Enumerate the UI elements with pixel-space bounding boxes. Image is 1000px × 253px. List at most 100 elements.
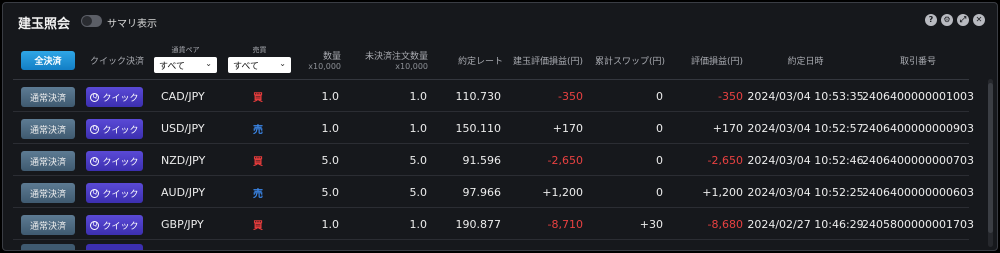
table-row: 通常決済 Q クイック USD/JPY 売 1.0 1.0 150.110 +1… [13, 113, 974, 144]
quick-settle-label: クイック [102, 157, 139, 168]
quick-settle-label: クイック [102, 93, 139, 104]
qty-cell: 1.0 [321, 89, 340, 103]
eval-pnl-cell: -350 [718, 89, 743, 103]
pair-filter-select[interactable]: すべて ⌄ [154, 57, 217, 73]
partially-visible-row [13, 244, 969, 250]
swap-cell: 0 [656, 121, 663, 135]
valuation-pnl-cell: +170 [552, 121, 583, 135]
header-rate: 約定レート [457, 56, 503, 67]
pair-cell: USD/JPY [161, 121, 205, 135]
rate-cell: 97.966 [462, 185, 502, 199]
qty-cell: 5.0 [321, 185, 340, 199]
valuation-pnl-cell: -8,710 [547, 217, 583, 231]
header-exec-datetime: 約定日時 [787, 56, 824, 67]
side-filter-value: すべて [233, 61, 260, 72]
eval-pnl-cell: -8,680 [707, 217, 743, 231]
valuation-pnl-cell: -2,650 [547, 153, 583, 167]
eval-pnl-cell: +1,200 [702, 185, 743, 199]
side-cell: 買 [253, 156, 263, 168]
summary-toggle-label: サマリ表示 [107, 19, 157, 30]
normal-settle-button[interactable]: 通常決済 [21, 183, 75, 203]
pair-cell: NZD/JPY [161, 153, 206, 167]
quick-icon: Q [90, 188, 100, 198]
position-inquiry-window: 建玉照会 サマリ表示 ? ⚙ ⤢ ✕ 全決済 クイック決済 通貨ペア すべて ⌄… [2, 2, 998, 251]
unsettled-cell: 1.0 [409, 89, 428, 103]
unsettled-cell: 5.0 [409, 153, 428, 167]
eval-pnl-cell: -2,650 [707, 153, 743, 167]
window-title: 建玉照会 [18, 17, 71, 32]
side-cell: 売 [253, 188, 263, 200]
header-eval-pnl: 評価損益(円) [690, 56, 743, 67]
settings-icon[interactable]: ⚙ [941, 14, 953, 26]
qty-cell: 1.0 [321, 217, 340, 231]
vertical-scrollbar[interactable] [988, 79, 993, 247]
summary-toggle[interactable] [81, 15, 102, 27]
rate-cell: 150.110 [455, 121, 502, 135]
swap-cell: 0 [656, 153, 663, 167]
normal-settle-button[interactable]: 通常決済 [21, 87, 75, 107]
quick-settle-label: クイック [102, 125, 139, 136]
quick-settle-button[interactable]: Q クイック [86, 87, 143, 107]
rate-cell: 110.730 [455, 89, 502, 103]
valuation-pnl-cell: +1,200 [542, 185, 583, 199]
unsettled-cell: 5.0 [409, 185, 428, 199]
pair-cell: AUD/JPY [161, 185, 206, 199]
header-unsettled-unit: x10,000 [395, 62, 428, 71]
side-cell: 買 [253, 220, 263, 232]
normal-settle-button[interactable]: 通常決済 [21, 119, 75, 139]
header-unsettled-label: 未決済注文数量 [364, 52, 428, 62]
quick-settle-button[interactable]: Q クイック [86, 119, 143, 139]
quick-settle-button[interactable] [86, 244, 143, 250]
table-row: 通常決済 Q クイック AUD/JPY 売 5.0 5.0 97.966 +1,… [13, 177, 974, 208]
pair-filter-value: すべて [159, 61, 186, 72]
trade-no-cell: 2405800000001703 [862, 217, 974, 231]
pair-filter-label: 通貨ペア [171, 46, 200, 54]
close-icon[interactable]: ✕ [973, 14, 985, 26]
rate-cell: 190.877 [455, 217, 502, 231]
quick-settle-button[interactable]: Q クイック [86, 215, 143, 235]
header-unsettled: 未決済注文数量 x10,000 [343, 41, 428, 79]
quick-icon: Q [90, 220, 100, 230]
table-row: 通常決済 Q クイック NZD/JPY 買 5.0 5.0 91.596 -2,… [13, 145, 974, 176]
normal-settle-button[interactable]: 通常決済 [21, 151, 75, 171]
swap-cell: 0 [656, 89, 663, 103]
swap-cell: 0 [656, 185, 663, 199]
table-row: 通常決済 Q クイック GBP/JPY 買 1.0 1.0 190.877 -8… [13, 209, 974, 240]
qty-cell: 5.0 [321, 153, 340, 167]
pair-cell: CAD/JPY [161, 89, 205, 103]
header-cumulative-swap: 累計スワップ(円) [594, 56, 665, 67]
expand-icon[interactable]: ⤢ [957, 14, 969, 26]
quick-settle-label: クイック [102, 189, 139, 200]
rate-cell: 91.596 [462, 153, 502, 167]
header-quantity-unit: x10,000 [308, 62, 341, 71]
quick-settle-button[interactable]: Q クイック [86, 151, 143, 171]
quick-settle-label: クイック [102, 221, 139, 232]
toggle-knob [82, 16, 92, 26]
normal-settle-button[interactable] [21, 244, 75, 250]
quick-settle-button[interactable]: Q クイック [86, 183, 143, 203]
eval-pnl-cell: +170 [712, 121, 743, 135]
settle-all-button[interactable]: 全決済 [21, 51, 75, 70]
help-icon[interactable]: ? [925, 14, 937, 26]
swap-cell: +30 [639, 217, 663, 231]
pair-cell: GBP/JPY [161, 217, 204, 231]
quick-icon: Q [90, 92, 100, 102]
datetime-cell: 2024/03/04 10:52:46 [747, 153, 864, 167]
header-valuation-pnl: 建玉評価損益(円) [512, 56, 583, 67]
side-filter-select[interactable]: すべて ⌄ [228, 57, 291, 73]
quick-icon: Q [90, 124, 100, 134]
table-row: 通常決済 Q クイック CAD/JPY 買 1.0 1.0 110.730 -3… [13, 81, 974, 112]
unsettled-cell: 1.0 [409, 121, 428, 135]
table-header: 全決済 クイック決済 通貨ペア すべて ⌄ 売買 すべて ⌄ 数量 x10,00… [13, 41, 969, 80]
scrollbar-thumb[interactable] [988, 83, 993, 233]
header-quantity-label: 数量 [322, 52, 341, 62]
header-quantity: 数量 x10,000 [283, 41, 341, 79]
valuation-pnl-cell: -350 [558, 89, 583, 103]
side-cell: 買 [253, 92, 263, 104]
header-trade-no: 取引番号 [899, 56, 936, 67]
datetime-cell: 2024/02/27 10:46:29 [747, 217, 864, 231]
positions-table: 全決済 クイック決済 通貨ペア すべて ⌄ 売買 すべて ⌄ 数量 x10,00… [13, 41, 974, 250]
normal-settle-button[interactable]: 通常決済 [21, 215, 75, 235]
quick-icon: Q [90, 156, 100, 166]
datetime-cell: 2024/03/04 10:52:57 [747, 121, 864, 135]
